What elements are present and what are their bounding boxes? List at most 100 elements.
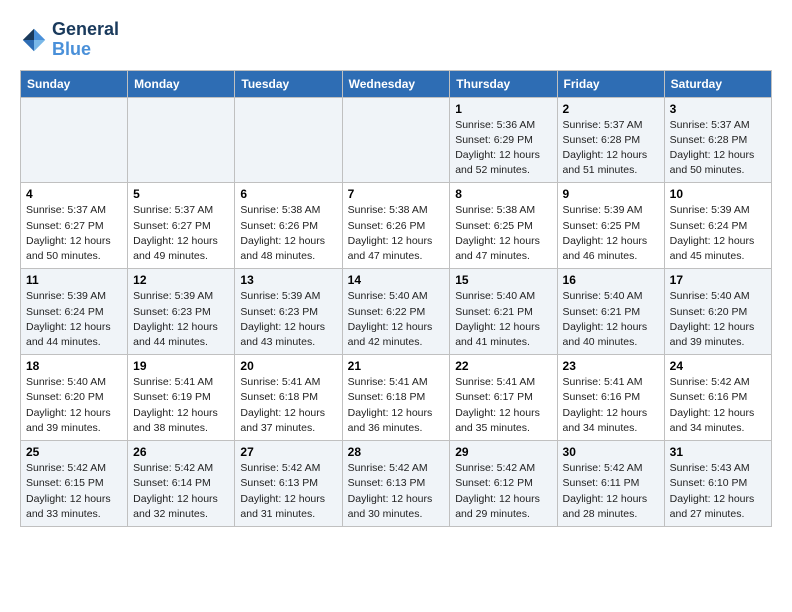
day-cell: 14 Sunrise: 5:40 AM Sunset: 6:22 PM Dayli…	[342, 269, 450, 355]
day-number: 4	[26, 187, 122, 201]
day-cell: 13 Sunrise: 5:39 AM Sunset: 6:23 PM Dayli…	[235, 269, 342, 355]
day-number: 13	[240, 273, 336, 287]
day-number: 28	[348, 445, 445, 459]
day-cell: 17Sunrise: 5:40 AM Sunset: 6:20 PM Dayli…	[664, 269, 771, 355]
day-cell: 29Sunrise: 5:42 AM Sunset: 6:12 PM Dayli…	[450, 441, 557, 527]
day-detail: Sunrise: 5:39 AM Sunset: 6:23 PM Dayligh…	[240, 289, 336, 350]
day-cell: 26 Sunrise: 5:42 AM Sunset: 6:14 PM Dayli…	[128, 441, 235, 527]
column-header-monday: Monday	[128, 70, 235, 97]
day-detail: Sunrise: 5:38 AM Sunset: 6:25 PM Dayligh…	[455, 203, 551, 264]
day-detail: Sunrise: 5:42 AM Sunset: 6:13 PM Dayligh…	[240, 461, 336, 522]
day-cell: 12 Sunrise: 5:39 AM Sunset: 6:23 PM Dayli…	[128, 269, 235, 355]
day-number: 21	[348, 359, 445, 373]
day-number: 14	[348, 273, 445, 287]
day-detail: Sunrise: 5:36 AM Sunset: 6:29 PM Dayligh…	[455, 118, 551, 179]
day-detail: Sunrise: 5:40 AM Sunset: 6:20 PM Dayligh…	[670, 289, 766, 350]
day-number: 12	[133, 273, 229, 287]
day-cell: 18Sunrise: 5:40 AM Sunset: 6:20 PM Dayli…	[21, 355, 128, 441]
day-cell: 24 Sunrise: 5:42 AM Sunset: 6:16 PM Dayli…	[664, 355, 771, 441]
day-number: 15	[455, 273, 551, 287]
day-cell: 22 Sunrise: 5:41 AM Sunset: 6:17 PM Dayli…	[450, 355, 557, 441]
day-detail: Sunrise: 5:40 AM Sunset: 6:21 PM Dayligh…	[455, 289, 551, 350]
day-detail: Sunrise: 5:38 AM Sunset: 6:26 PM Dayligh…	[348, 203, 445, 264]
day-detail: Sunrise: 5:39 AM Sunset: 6:24 PM Dayligh…	[670, 203, 766, 264]
day-number: 8	[455, 187, 551, 201]
day-number: 19	[133, 359, 229, 373]
day-cell: 21 Sunrise: 5:41 AM Sunset: 6:18 PM Dayli…	[342, 355, 450, 441]
day-cell: 15 Sunrise: 5:40 AM Sunset: 6:21 PM Dayli…	[450, 269, 557, 355]
week-row-5: 25 Sunrise: 5:42 AM Sunset: 6:15 PM Dayli…	[21, 441, 772, 527]
day-detail: Sunrise: 5:41 AM Sunset: 6:18 PM Dayligh…	[348, 375, 445, 436]
day-cell: 16 Sunrise: 5:40 AM Sunset: 6:21 PM Dayli…	[557, 269, 664, 355]
day-cell: 19 Sunrise: 5:41 AM Sunset: 6:19 PM Dayli…	[128, 355, 235, 441]
day-number: 18	[26, 359, 122, 373]
day-cell: 31 Sunrise: 5:43 AM Sunset: 6:10 PM Dayli…	[664, 441, 771, 527]
logo-text: General Blue	[52, 20, 119, 60]
day-number: 23	[563, 359, 659, 373]
week-row-2: 4 Sunrise: 5:37 AM Sunset: 6:27 PM Daylig…	[21, 183, 772, 269]
calendar-table: SundayMondayTuesdayWednesdayThursdayFrid…	[20, 70, 772, 527]
day-cell: 5 Sunrise: 5:37 AM Sunset: 6:27 PM Daylig…	[128, 183, 235, 269]
day-number: 1	[455, 102, 551, 116]
day-detail: Sunrise: 5:41 AM Sunset: 6:16 PM Dayligh…	[563, 375, 659, 436]
week-row-3: 11Sunrise: 5:39 AM Sunset: 6:24 PM Dayli…	[21, 269, 772, 355]
day-detail: Sunrise: 5:42 AM Sunset: 6:11 PM Dayligh…	[563, 461, 659, 522]
day-number: 22	[455, 359, 551, 373]
day-detail: Sunrise: 5:41 AM Sunset: 6:19 PM Dayligh…	[133, 375, 229, 436]
column-header-sunday: Sunday	[21, 70, 128, 97]
day-cell: 4 Sunrise: 5:37 AM Sunset: 6:27 PM Daylig…	[21, 183, 128, 269]
day-detail: Sunrise: 5:42 AM Sunset: 6:13 PM Dayligh…	[348, 461, 445, 522]
day-cell: 1 Sunrise: 5:36 AM Sunset: 6:29 PM Daylig…	[450, 97, 557, 183]
day-detail: Sunrise: 5:38 AM Sunset: 6:26 PM Dayligh…	[240, 203, 336, 264]
day-detail: Sunrise: 5:37 AM Sunset: 6:27 PM Dayligh…	[26, 203, 122, 264]
day-detail: Sunrise: 5:40 AM Sunset: 6:22 PM Dayligh…	[348, 289, 445, 350]
day-number: 5	[133, 187, 229, 201]
day-detail: Sunrise: 5:40 AM Sunset: 6:21 PM Dayligh…	[563, 289, 659, 350]
day-cell: 9Sunrise: 5:39 AM Sunset: 6:25 PM Daylig…	[557, 183, 664, 269]
day-detail: Sunrise: 5:37 AM Sunset: 6:27 PM Dayligh…	[133, 203, 229, 264]
day-detail: Sunrise: 5:39 AM Sunset: 6:23 PM Dayligh…	[133, 289, 229, 350]
day-number: 26	[133, 445, 229, 459]
week-row-1: 1 Sunrise: 5:36 AM Sunset: 6:29 PM Daylig…	[21, 97, 772, 183]
day-cell	[21, 97, 128, 183]
day-detail: Sunrise: 5:43 AM Sunset: 6:10 PM Dayligh…	[670, 461, 766, 522]
day-cell: 20 Sunrise: 5:41 AM Sunset: 6:18 PM Dayli…	[235, 355, 342, 441]
day-number: 10	[670, 187, 766, 201]
column-header-thursday: Thursday	[450, 70, 557, 97]
day-cell: 23 Sunrise: 5:41 AM Sunset: 6:16 PM Dayli…	[557, 355, 664, 441]
day-detail: Sunrise: 5:41 AM Sunset: 6:18 PM Dayligh…	[240, 375, 336, 436]
day-cell: 7 Sunrise: 5:38 AM Sunset: 6:26 PM Daylig…	[342, 183, 450, 269]
day-cell	[128, 97, 235, 183]
column-header-wednesday: Wednesday	[342, 70, 450, 97]
day-cell: 6 Sunrise: 5:38 AM Sunset: 6:26 PM Daylig…	[235, 183, 342, 269]
day-number: 25	[26, 445, 122, 459]
logo-icon	[20, 26, 48, 54]
day-number: 7	[348, 187, 445, 201]
day-detail: Sunrise: 5:41 AM Sunset: 6:17 PM Dayligh…	[455, 375, 551, 436]
day-detail: Sunrise: 5:37 AM Sunset: 6:28 PM Dayligh…	[670, 118, 766, 179]
day-number: 24	[670, 359, 766, 373]
day-detail: Sunrise: 5:42 AM Sunset: 6:14 PM Dayligh…	[133, 461, 229, 522]
day-cell: 2Sunrise: 5:37 AM Sunset: 6:28 PM Daylig…	[557, 97, 664, 183]
header-row: SundayMondayTuesdayWednesdayThursdayFrid…	[21, 70, 772, 97]
day-number: 2	[563, 102, 659, 116]
day-cell: 30Sunrise: 5:42 AM Sunset: 6:11 PM Dayli…	[557, 441, 664, 527]
day-detail: Sunrise: 5:42 AM Sunset: 6:16 PM Dayligh…	[670, 375, 766, 436]
day-detail: Sunrise: 5:42 AM Sunset: 6:15 PM Dayligh…	[26, 461, 122, 522]
day-number: 16	[563, 273, 659, 287]
day-number: 9	[563, 187, 659, 201]
day-number: 29	[455, 445, 551, 459]
day-cell	[342, 97, 450, 183]
day-number: 3	[670, 102, 766, 116]
day-number: 6	[240, 187, 336, 201]
day-cell: 3 Sunrise: 5:37 AM Sunset: 6:28 PM Daylig…	[664, 97, 771, 183]
day-number: 31	[670, 445, 766, 459]
day-cell: 10 Sunrise: 5:39 AM Sunset: 6:24 PM Dayli…	[664, 183, 771, 269]
logo: General Blue	[20, 20, 119, 60]
day-number: 20	[240, 359, 336, 373]
day-number: 27	[240, 445, 336, 459]
day-cell: 27 Sunrise: 5:42 AM Sunset: 6:13 PM Dayli…	[235, 441, 342, 527]
day-cell: 8 Sunrise: 5:38 AM Sunset: 6:25 PM Daylig…	[450, 183, 557, 269]
column-header-saturday: Saturday	[664, 70, 771, 97]
header: General Blue	[20, 20, 772, 60]
